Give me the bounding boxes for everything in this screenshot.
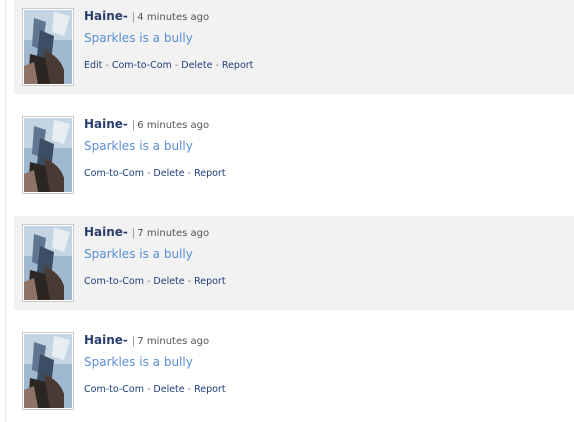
avatar-image-icon	[24, 10, 72, 84]
comment-actions: Edit - Com-to-Com - Delete - Report	[84, 60, 253, 71]
meta-separator: |	[131, 120, 136, 131]
comment-meta: Haine- | 7 minutes ago	[84, 331, 209, 347]
comment-actions: Com-to-Com - Delete - Report	[84, 168, 226, 179]
com-to-com-link[interactable]: Com-to-Com	[84, 384, 144, 395]
comment-meta: Haine- | 6 minutes ago	[84, 115, 209, 131]
comment-item: Haine- | 4 minutes ago Sparkles is a bully…	[14, 0, 574, 94]
action-separator: -	[146, 384, 151, 395]
com-to-com-link[interactable]: Com-to-Com	[84, 276, 144, 287]
comment-text: Sparkles is a bully	[84, 247, 193, 261]
report-link[interactable]: Report	[222, 60, 254, 71]
comment-text: Sparkles is a bully	[84, 31, 193, 45]
edit-link[interactable]: Edit	[84, 60, 102, 71]
timestamp: 6 minutes ago	[137, 120, 210, 131]
report-link[interactable]: Report	[194, 276, 226, 287]
delete-link[interactable]: Delete	[153, 168, 184, 179]
report-link[interactable]: Report	[194, 384, 226, 395]
meta-separator: |	[131, 228, 136, 239]
com-to-com-link[interactable]: Com-to-Com	[84, 168, 144, 179]
delete-link[interactable]: Delete	[153, 384, 184, 395]
comment-item: Haine- | 6 minutes ago Sparkles is a bully…	[14, 108, 574, 202]
action-separator: -	[187, 276, 192, 287]
timestamp: 7 minutes ago	[137, 228, 210, 239]
avatar[interactable]	[22, 332, 74, 410]
action-separator: -	[174, 60, 179, 71]
left-divider	[5, 0, 6, 422]
comment-item: Haine- | 7 minutes ago Sparkles is a bully…	[14, 324, 574, 418]
comment-actions: Com-to-Com - Delete - Report	[84, 276, 226, 287]
comment-feed: Haine- | 4 minutes ago Sparkles is a bully…	[0, 0, 574, 422]
delete-link[interactable]: Delete	[153, 276, 184, 287]
meta-separator: |	[131, 336, 136, 347]
timestamp: 4 minutes ago	[137, 12, 210, 23]
com-to-com-link[interactable]: Com-to-Com	[112, 60, 172, 71]
avatar-image-icon	[24, 118, 72, 192]
avatar[interactable]	[22, 224, 74, 302]
report-link[interactable]: Report	[194, 168, 226, 179]
action-separator: -	[146, 168, 151, 179]
comment-meta: Haine- | 7 minutes ago	[84, 223, 209, 239]
comment-text: Sparkles is a bully	[84, 139, 193, 153]
comment-meta: Haine- | 4 minutes ago	[84, 7, 209, 23]
comment-text: Sparkles is a bully	[84, 355, 193, 369]
action-separator: -	[146, 276, 151, 287]
username-link[interactable]: Haine-	[84, 333, 128, 347]
action-separator: -	[187, 384, 192, 395]
action-separator: -	[187, 168, 192, 179]
avatar[interactable]	[22, 8, 74, 86]
username-link[interactable]: Haine-	[84, 225, 128, 239]
timestamp: 7 minutes ago	[137, 336, 210, 347]
meta-separator: |	[131, 12, 136, 23]
comment-actions: Com-to-Com - Delete - Report	[84, 384, 226, 395]
avatar[interactable]	[22, 116, 74, 194]
username-link[interactable]: Haine-	[84, 117, 128, 131]
action-separator: -	[215, 60, 219, 71]
action-separator: -	[105, 60, 109, 71]
delete-link[interactable]: Delete	[181, 60, 212, 71]
comment-item: Haine- | 7 minutes ago Sparkles is a bully…	[14, 216, 574, 310]
username-link[interactable]: Haine-	[84, 9, 128, 23]
avatar-image-icon	[24, 334, 72, 408]
avatar-image-icon	[24, 226, 72, 300]
